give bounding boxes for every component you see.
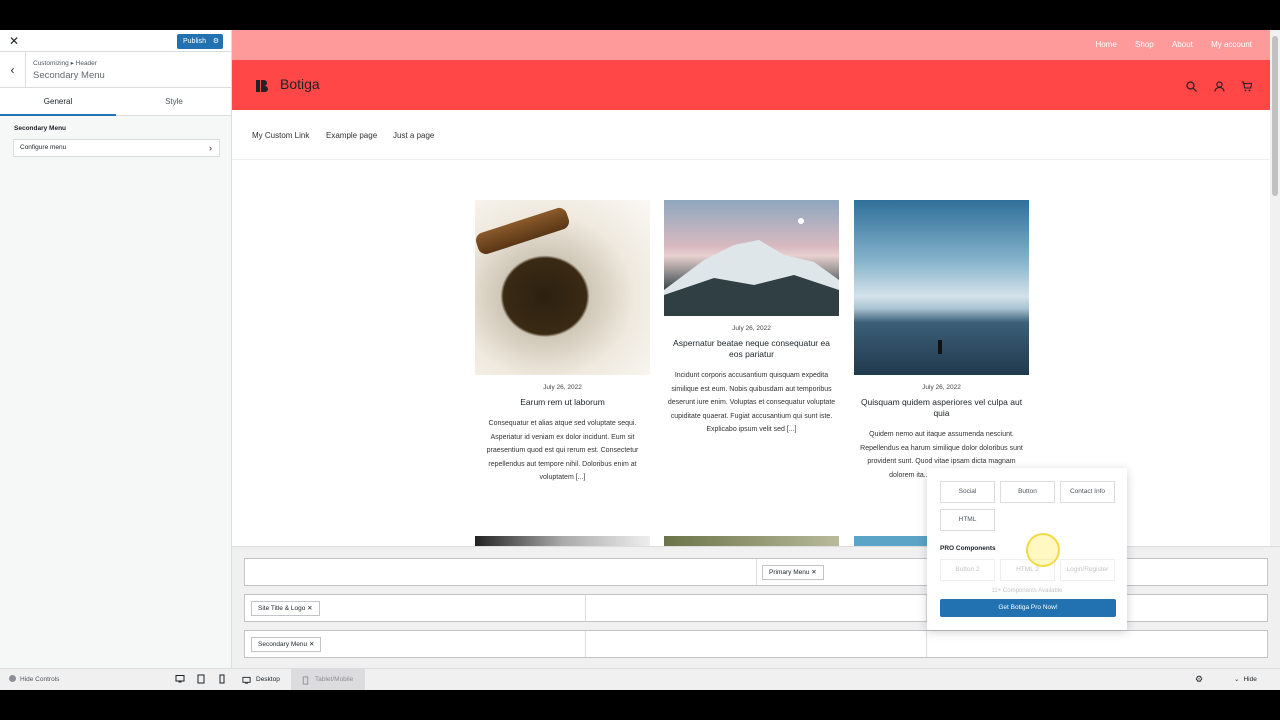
pro-components-label: PRO Components [940,545,996,552]
customizer-window: ✕ Publish ⚙ ‹ Customizing ▸ Header Secon… [0,30,1280,690]
account-icon[interactable] [1213,81,1225,92]
component-button[interactable]: Button [1000,481,1055,503]
header-icons [1174,79,1252,97]
component-social[interactable]: Social [940,481,995,503]
panel-header: ‹ Customizing ▸ Header Secondary Menu [0,52,231,88]
breadcrumb: Customizing ▸ Header [33,60,97,67]
section-label: Secondary Menu [14,125,67,132]
get-pro-button[interactable]: Get Botiga Pro Now! [940,599,1116,617]
preview-scrollbar[interactable] [1270,30,1280,546]
back-arrow-icon[interactable]: ‹ [0,52,26,88]
tablet-preview-icon[interactable] [196,674,206,684]
person-silhouette [938,340,942,354]
panel-topbar: ✕ Publish ⚙ [0,30,231,52]
desktop-label: Desktop [256,676,280,683]
builder-footer: Desktop Tablet/Mobile ⚙ ⌄ Hide [232,668,1280,690]
cursor-highlight [1026,533,1060,567]
menu-item-example-page[interactable]: Example page [326,131,377,140]
mobile-preview-icon[interactable] [217,674,227,684]
post-card: July 26, 2022 Aspernatur beatae neque co… [664,200,839,437]
desktop-icon [242,676,251,684]
search-icon[interactable] [1186,81,1198,92]
tablet-icon [302,676,309,685]
builder-cell[interactable] [586,631,927,657]
panel-title: Secondary Menu [33,70,105,81]
components-available-text: 11+ Components Available [991,588,1063,594]
publish-label: Publish [183,38,206,45]
honey-dipper-shape [475,205,572,257]
component-button-2: Button 2 [940,559,995,581]
post-date: July 26, 2022 [543,384,582,391]
builder-cell[interactable] [245,559,757,585]
header-main-bar: Botiga [232,60,1270,110]
hide-controls-button[interactable]: Hide Controls [9,675,59,683]
chevron-right-icon: › [209,143,212,153]
tab-style[interactable]: Style [116,88,232,116]
desktop-tab[interactable]: Desktop [232,669,290,690]
gear-icon[interactable]: ⚙ [213,34,219,49]
tab-general[interactable]: General [0,88,116,116]
botiga-logo-icon[interactable] [256,80,268,92]
publish-button[interactable]: Publish ⚙ [177,34,223,49]
post-excerpt: Incidunt corporis accusantium quisquam e… [667,372,836,433]
panel-tabs: General Style [0,88,231,116]
menu-item-just-a-page[interactable]: Just a page [393,131,434,140]
post-title[interactable]: Quisquam quidem asperiores vel culpa aut… [854,397,1029,419]
hide-controls-label: Hide Controls [20,676,60,683]
nav-about[interactable]: About [1172,40,1193,49]
builder-hide-button[interactable]: ⌄ Hide [1234,669,1257,690]
post-image-sea[interactable] [854,200,1029,375]
mountain-shape [664,218,839,316]
component-contact-info[interactable]: Contact Info [1060,481,1115,503]
builder-settings-icon[interactable]: ⚙ [1195,674,1203,685]
desktop-preview-icon[interactable] [175,674,185,684]
configure-menu-button[interactable]: Configure menu › [13,139,220,157]
builder-cell[interactable] [586,595,927,621]
scrollbar-thumb[interactable] [1272,36,1278,196]
builder-row-bottom[interactable]: Secondary Menu ✕ [244,630,1268,658]
primary-menu-chip[interactable]: Primary Menu ✕ [762,565,824,580]
post-card: July 26, 2022 Earum rem ut laborum Conse… [475,200,650,485]
panel-footer: Hide Controls [0,668,232,690]
header-top-bar: Home Shop About My account [232,30,1270,60]
customizer-panel: ✕ Publish ⚙ ‹ Customizing ▸ Header Secon… [0,30,232,690]
post-date: July 26, 2022 [922,384,961,391]
component-login-register: Login/Register [1060,559,1115,581]
post-image-mountain[interactable] [664,200,839,316]
hide-controls-icon [9,675,16,682]
site-title[interactable]: Botiga [280,76,320,92]
tablet-mobile-label: Tablet/Mobile [315,676,354,683]
nav-home[interactable]: Home [1095,40,1116,49]
close-icon[interactable]: ✕ [6,33,22,49]
post-card: July 26, 2022 Quisquam quidem asperiores… [854,200,1029,482]
cart-icon[interactable] [1241,81,1252,92]
chevron-down-icon: ⌄ [1234,676,1240,683]
component-html[interactable]: HTML [940,509,995,531]
secondary-menu-chip[interactable]: Secondary Menu ✕ [251,637,322,652]
nav-shop[interactable]: Shop [1135,40,1154,49]
post-image-honey[interactable] [475,200,650,375]
site-title-logo-chip[interactable]: Site Title & Logo ✕ [251,601,320,616]
post-image-next[interactable] [664,536,839,546]
post-date: July 26, 2022 [732,325,771,332]
post-excerpt: Consequatur et alias atque sed voluptate… [486,420,639,481]
menu-item-custom-link[interactable]: My Custom Link [252,131,309,140]
configure-menu-label: Configure menu [20,144,67,151]
post-title[interactable]: Aspernatur beatae neque consequatur ea e… [664,338,839,360]
top-nav: Home Shop About My account [1079,40,1252,49]
tablet-mobile-tab[interactable]: Tablet/Mobile [291,669,365,690]
secondary-menu-bar: My Custom Link Example page Just a page [232,110,1270,160]
post-title[interactable]: Earum rem ut laborum [475,397,650,408]
hide-label: Hide [1243,676,1257,683]
nav-my-account[interactable]: My account [1211,40,1252,49]
post-image-next[interactable] [475,536,650,546]
